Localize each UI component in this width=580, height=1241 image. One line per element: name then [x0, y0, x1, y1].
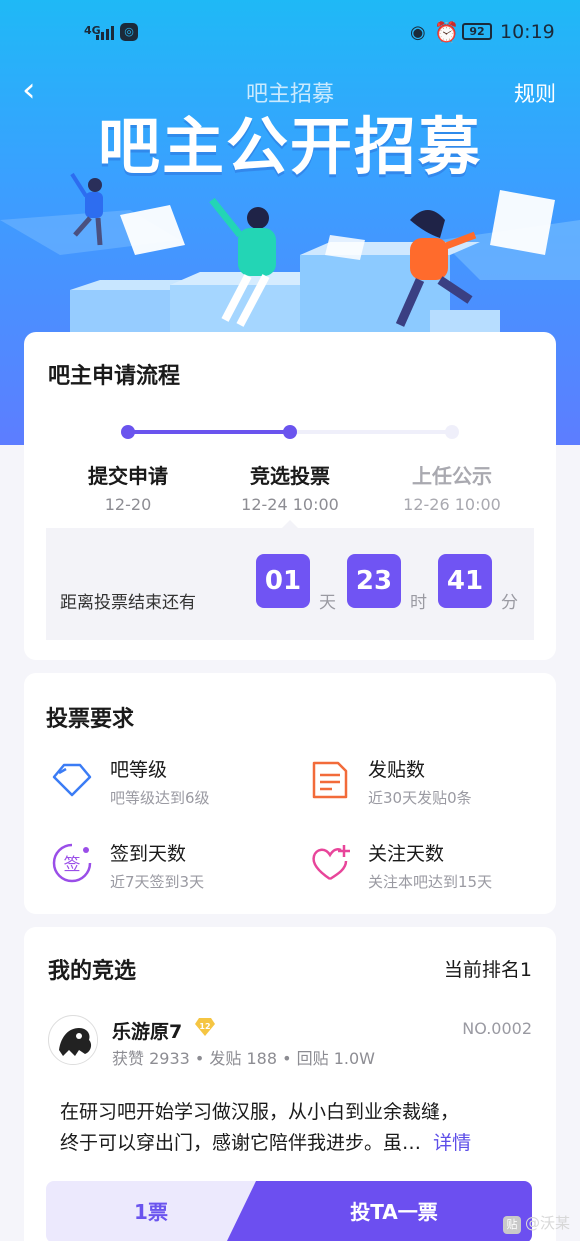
step-vote: 竞选投票 12-24 10:00 [215, 460, 365, 514]
countdown-minutes: 41 [438, 554, 492, 608]
details-link[interactable]: 详情 [433, 1132, 471, 1154]
eye-icon: ◉ [410, 22, 426, 43]
countdown-days: 01 [256, 554, 310, 608]
requirement-sub: 近30天发贴0条 [368, 789, 472, 807]
countdown-panel: 距离投票结束还有 01 天 23 时 41 分 [46, 528, 534, 640]
process-card: 吧主申请流程 提交申请 12-20 竞选投票 12-24 10:00 上任公示 … [24, 332, 556, 660]
alarm-icon: ⏰ [434, 20, 459, 44]
progress-line-upcoming [290, 430, 452, 434]
step-label: 提交申请 [88, 464, 168, 488]
user-stats: 获赞 2933 • 发贴 188 • 回贴 1.0W [112, 1049, 376, 1068]
requirement-follow: 关注天数 关注本吧达到15天 [308, 839, 538, 899]
requirement-level: 吧等级 吧等级达到6级 [50, 755, 280, 815]
step-dot-2 [283, 425, 297, 439]
signal-icon [96, 24, 114, 40]
requirements-card: 投票要求 吧等级 吧等级达到6级 发贴数 近30天发贴0条 签 签到天数 近7天… [24, 673, 556, 914]
description-line-2: 终于可以穿出门，感谢它陪伴我进步。虽… 详情 [60, 1128, 530, 1159]
document-icon [312, 761, 348, 799]
requirement-signin: 签 签到天数 近7天签到3天 [50, 839, 280, 899]
watermark-logo: 贴 [502, 1216, 521, 1234]
clock: 10:19 [500, 21, 555, 43]
vote-button[interactable]: 投TA一票 [226, 1181, 532, 1241]
requirement-sub: 关注本吧达到15天 [368, 873, 493, 891]
step-date: 12-26 10:00 [403, 495, 501, 514]
candidate-number: NO.0002 [462, 1019, 532, 1038]
level-value: 12 [199, 1022, 210, 1031]
requirement-sub: 近7天签到3天 [110, 873, 205, 891]
user-name[interactable]: 乐游原7 [112, 1017, 182, 1044]
process-heading: 吧主申请流程 [48, 364, 181, 389]
countdown-hours: 23 [347, 554, 401, 608]
requirement-title: 签到天数 [110, 843, 187, 865]
countdown-label: 距离投票结束还有 [60, 593, 196, 613]
diamond-icon [52, 763, 92, 797]
requirement-sub: 吧等级达到6级 [110, 789, 210, 807]
vote-bar: 1票 投TA一票 [46, 1181, 532, 1241]
vote-count: 1票 [46, 1181, 256, 1241]
step-date: 12-24 10:00 [241, 495, 339, 514]
status-bar: 4G ◎ ◉ ⏰ 92 10:19 [0, 18, 580, 50]
countdown-days-unit: 天 [319, 593, 336, 613]
requirement-posts: 发贴数 近30天发贴0条 [308, 755, 538, 815]
requirement-title: 发贴数 [368, 759, 426, 781]
countdown-minutes-unit: 分 [501, 593, 518, 613]
requirement-title: 吧等级 [110, 759, 168, 781]
heart-plus-icon [312, 845, 350, 881]
step-label: 上任公示 [412, 464, 492, 488]
app-notification-icon: ◎ [120, 23, 138, 41]
requirement-title: 关注天数 [368, 843, 445, 865]
requirements-heading: 投票要求 [46, 707, 135, 732]
description-text: 终于可以穿出门，感谢它陪伴我进步。虽… [60, 1132, 422, 1154]
step-label: 竞选投票 [250, 464, 330, 488]
step-submit: 提交申请 12-20 [53, 460, 203, 514]
description-line-1: 在研习吧开始学习做汉服，从小白到业余裁缝， [60, 1101, 460, 1123]
avatar[interactable] [48, 1015, 98, 1065]
step-dot-3 [445, 425, 459, 439]
step-date: 12-20 [104, 495, 152, 514]
countdown-hours-unit: 时 [410, 593, 427, 613]
svg-text:签: 签 [64, 855, 81, 875]
watermark: 贴 @沃某 [502, 1212, 570, 1234]
campaign-card: 我的竞选 当前排名1 乐游原7 12 NO.0002 获赞 2933 • 发贴 … [24, 927, 556, 1241]
step-announce: 上任公示 12-26 10:00 [377, 460, 527, 514]
campaign-description: 在研习吧开始学习做汉服，从小白到业余裁缝， 终于可以穿出门，感谢它陪伴我进步。虽… [60, 1097, 530, 1159]
battery-icon: 92 [462, 23, 492, 40]
rank-label: 当前排名1 [443, 959, 532, 981]
campaign-heading: 我的竞选 [48, 959, 137, 984]
step-dot-1 [121, 425, 135, 439]
avatar-image [50, 1017, 97, 1064]
level-badge-icon: 12 [195, 1018, 215, 1036]
sign-in-icon: 签 [52, 843, 92, 883]
step-pointer [282, 520, 298, 528]
progress-line-done [128, 430, 290, 434]
